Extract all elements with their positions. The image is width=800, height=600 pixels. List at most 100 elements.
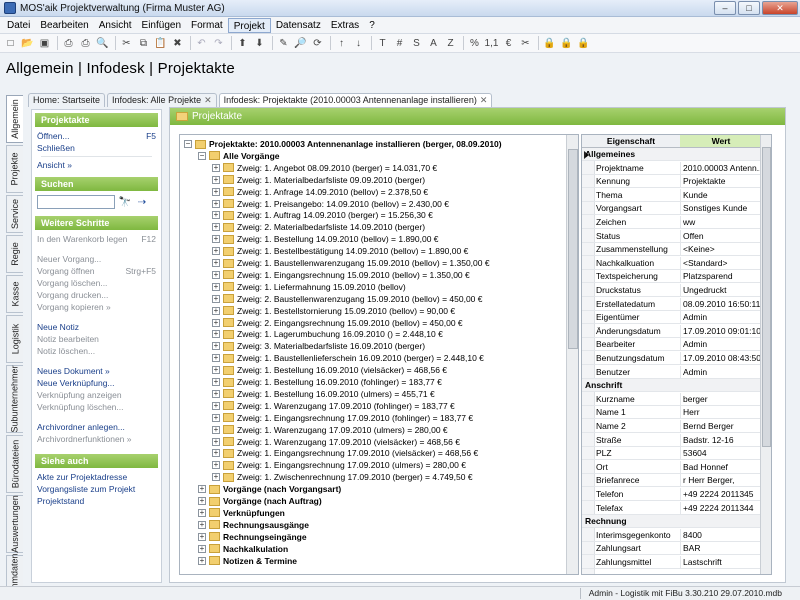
property-value[interactable]: 2010.00003 Antenn... bbox=[680, 161, 771, 175]
step-item[interactable]: Neue Notiz bbox=[37, 321, 156, 333]
tree-scrollbar[interactable] bbox=[566, 135, 578, 574]
menu-format[interactable]: Format bbox=[186, 18, 228, 33]
link-projektstand[interactable]: Projektstand bbox=[37, 495, 156, 507]
property-value[interactable]: Admin bbox=[680, 338, 771, 352]
delete-icon[interactable]: ✖ bbox=[170, 36, 185, 51]
property-row[interactable]: Thema Kunde bbox=[582, 188, 771, 202]
tree-node-zweig[interactable]: + Zweig: 1. Eingangsrechnung 15.09.2010 (… bbox=[212, 269, 470, 281]
vtab-projekte[interactable]: Projekte bbox=[6, 145, 23, 193]
tree-node-zweig[interactable]: + Zweig: 1. Bestellbestätigung 14.09.2010… bbox=[212, 245, 468, 257]
open-link[interactable]: Öffnen... F5 bbox=[37, 130, 156, 142]
property-row[interactable]: Projektname 2010.00003 Antenn... bbox=[582, 161, 771, 175]
property-row[interactable]: Ort Bad Honnef bbox=[582, 460, 771, 474]
tree-node-zweig[interactable]: + Zweig: 1. Auftrag 14.09.2010 (berger) =… bbox=[212, 209, 433, 221]
property-row[interactable]: Erstellatedatum 08.09.2010 16:50:11 bbox=[582, 297, 771, 311]
property-value[interactable]: Bad Honnef bbox=[680, 460, 771, 474]
print-icon[interactable]: ⎙ bbox=[78, 36, 93, 51]
step-item[interactable]: Archivordnerfunktionen » bbox=[37, 433, 156, 445]
property-row[interactable]: Zeichen ww bbox=[582, 216, 771, 229]
tree-node-zweig[interactable]: + Zweig: 1. Lagerumbuchung 16.09.2010 () … bbox=[212, 328, 443, 340]
step-item[interactable]: Vorgang löschen... bbox=[37, 277, 156, 289]
expand-icon[interactable]: + bbox=[212, 270, 220, 279]
expand-icon[interactable]: + bbox=[212, 401, 220, 410]
lock-red-icon[interactable]: 🔒 bbox=[576, 36, 591, 51]
property-value[interactable]: 17.09.2010 08:43:50 bbox=[680, 352, 771, 365]
vtab-allgemein[interactable]: Allgemein bbox=[6, 95, 23, 143]
expand-icon[interactable]: + bbox=[212, 330, 220, 339]
expand-icon[interactable]: + bbox=[212, 294, 220, 303]
step-item[interactable]: Vorgang öffnen Strg+F5 bbox=[37, 265, 156, 277]
edit-icon[interactable]: ✎ bbox=[276, 36, 291, 51]
expand-icon[interactable]: + bbox=[212, 199, 220, 208]
property-value[interactable]: <Keine> bbox=[680, 243, 771, 257]
expand-icon[interactable]: + bbox=[212, 342, 220, 351]
expand-icon[interactable]: + bbox=[212, 259, 220, 267]
tree-node-zweig[interactable]: + Zweig: 3. Materialbedarfsliste 16.09.20… bbox=[212, 340, 425, 352]
property-value[interactable]: 08.09.2010 16:50:11 bbox=[680, 297, 771, 311]
property-value[interactable]: Lastschrift bbox=[680, 556, 771, 569]
paste-icon[interactable]: 📋 bbox=[153, 36, 168, 51]
tree-node-zweig[interactable]: + Zweig: 1. Anfrage 14.09.2010 (bellov) =… bbox=[212, 186, 428, 198]
preview-icon[interactable]: 🔍 bbox=[95, 36, 110, 51]
property-row[interactable]: Benutzer Admin bbox=[582, 365, 771, 379]
vtab-logistik[interactable]: Logistik bbox=[6, 315, 23, 363]
expand-icon[interactable]: + bbox=[212, 437, 220, 446]
property-row[interactable]: Kennung Projektakte bbox=[582, 175, 771, 189]
view-link[interactable]: Ansicht » bbox=[37, 159, 156, 171]
expand-icon[interactable]: + bbox=[198, 532, 206, 541]
property-value[interactable]: Admin bbox=[680, 311, 771, 325]
sort-desc-icon[interactable]: ↓ bbox=[351, 36, 366, 51]
step-item[interactable]: Archivordner anlegen... bbox=[37, 421, 156, 433]
menu-einfuegen[interactable]: Einfügen bbox=[137, 18, 186, 33]
save-icon[interactable]: ▣ bbox=[37, 36, 52, 51]
menu-ansicht[interactable]: Ansicht bbox=[94, 18, 137, 33]
currency-icon[interactable]: € bbox=[501, 36, 516, 51]
tree-node-zweig[interactable]: + Zweig: 1. Angebot 08.09.2010 (berger) =… bbox=[212, 162, 437, 174]
search-input[interactable] bbox=[37, 195, 115, 209]
property-value[interactable]: 8400 bbox=[680, 528, 771, 542]
property-row[interactable]: Bearbeiter Admin bbox=[582, 338, 771, 352]
tree-node-zweig[interactable]: + Zweig: 1. Bestellstornierung 15.09.2010… bbox=[212, 305, 455, 317]
property-section[interactable]: Rechnung bbox=[582, 515, 771, 529]
expand-icon[interactable]: + bbox=[198, 556, 206, 565]
property-value[interactable]: Kunde bbox=[680, 188, 771, 202]
cut-icon[interactable]: ✂ bbox=[119, 36, 134, 51]
property-row[interactable]: Kurzname berger bbox=[582, 392, 771, 406]
lock-blue2-icon[interactable]: 🔒 bbox=[559, 36, 574, 51]
z-icon[interactable]: Z bbox=[443, 36, 458, 51]
vtab-regie[interactable]: Regie bbox=[6, 235, 23, 273]
expand-icon[interactable]: + bbox=[198, 544, 206, 553]
property-value[interactable]: <Standard> bbox=[680, 256, 771, 270]
close-icon[interactable]: ✕ bbox=[480, 95, 488, 105]
collapse-icon[interactable]: − bbox=[198, 151, 206, 160]
tree-node-zweig[interactable]: + Zweig: 1. Warenzugang 17.09.2010 (viels… bbox=[212, 436, 460, 448]
menu-extras[interactable]: Extras bbox=[326, 18, 364, 33]
expand-icon[interactable]: + bbox=[212, 235, 220, 244]
sort-asc-icon[interactable]: ↑ bbox=[334, 36, 349, 51]
expand-icon[interactable]: + bbox=[198, 497, 206, 505]
down-icon[interactable]: ⬇ bbox=[252, 36, 267, 51]
expand-icon[interactable]: + bbox=[212, 449, 220, 458]
tree-node-zweig[interactable]: + Zweig: 1. Eingangsrechnung 17.09.2010 (… bbox=[212, 447, 478, 459]
property-scrollbar[interactable] bbox=[760, 135, 771, 574]
step-item[interactable]: Neues Dokument » bbox=[37, 365, 156, 377]
print-preview-icon[interactable]: ⎙ bbox=[61, 36, 76, 51]
tree-node-zweig[interactable]: + Zweig: 1. Baustellenlieferschein 16.09.… bbox=[212, 352, 484, 364]
step-item[interactable]: Notiz bearbeiten bbox=[37, 333, 156, 345]
search-next-icon[interactable]: ⇢ bbox=[135, 196, 149, 209]
step-item[interactable]: In den Warenkorb legen F12 bbox=[37, 233, 156, 245]
tab-projektakte[interactable]: Infodesk: Projektakte (2010.00003 Antenn… bbox=[218, 93, 493, 107]
number-icon[interactable]: 1,1 bbox=[484, 36, 499, 51]
tree-node-group[interactable]: + Notizen & Termine bbox=[198, 555, 297, 567]
vtab-kasse[interactable]: Kasse bbox=[6, 275, 23, 313]
property-section[interactable]: Allgemeines bbox=[582, 148, 771, 161]
hash-icon[interactable]: # bbox=[392, 36, 407, 51]
tree-node-group[interactable]: + Rechnungseingänge bbox=[198, 531, 307, 543]
maximize-button[interactable]: □ bbox=[738, 1, 760, 15]
step-item[interactable]: Notiz löschen... bbox=[37, 345, 156, 357]
up-icon[interactable]: ⬆ bbox=[235, 36, 250, 51]
link-akte-projektadresse[interactable]: Akte zur Projektadresse bbox=[37, 471, 156, 483]
copy-icon[interactable]: ⧉ bbox=[136, 36, 151, 51]
expand-icon[interactable]: + bbox=[212, 175, 220, 184]
tree-node-zweig[interactable]: + Zweig: 1. Bestellung 16.09.2010 (fohlin… bbox=[212, 376, 442, 388]
